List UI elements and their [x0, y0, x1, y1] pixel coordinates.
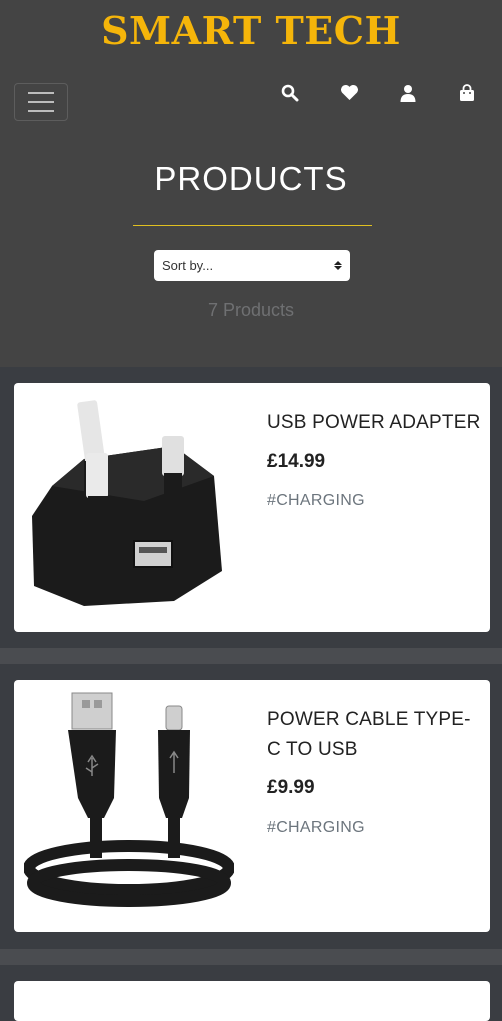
product-price: £14.99	[267, 451, 326, 472]
product-title[interactable]: POWER CABLE TYPE-C TO USB	[267, 705, 482, 765]
product-price: £9.99	[267, 777, 315, 798]
page-title: PRODUCTS	[154, 160, 348, 197]
sort-arrows-icon	[334, 261, 342, 270]
product-category-link[interactable]: #CHARGING	[267, 819, 365, 837]
user-icon[interactable]	[395, 84, 421, 106]
product-category-link[interactable]: #CHARGING	[267, 492, 365, 510]
product-image-usb-adapter[interactable]	[24, 391, 234, 621]
product-title[interactable]: USB POWER ADAPTER	[267, 408, 482, 438]
sort-select[interactable]: Sort by...	[154, 250, 350, 281]
product-count: 7 Products	[207, 300, 295, 320]
heart-icon[interactable]	[336, 84, 362, 106]
site-header: SMART TECH PRODUCTS Sort by... 7 Product…	[0, 0, 502, 367]
title-divider	[133, 225, 372, 226]
menu-toggle-button[interactable]	[14, 83, 68, 121]
sort-select-value: Sort by...	[162, 258, 214, 273]
search-icon[interactable]	[277, 84, 303, 106]
product-card[interactable]	[14, 981, 490, 1021]
brand-logo[interactable]: SMART TECH	[0, 8, 502, 53]
hamburger-icon	[28, 92, 54, 94]
card-separator	[0, 949, 502, 965]
card-separator	[0, 648, 502, 664]
product-image-type-c-cable[interactable]	[23, 688, 235, 908]
product-card[interactable]: USB POWER ADAPTER £14.99 #CHARGING	[14, 383, 490, 632]
product-card[interactable]: POWER CABLE TYPE-C TO USB £9.99 #CHARGIN…	[14, 680, 490, 932]
shopping-bag-icon[interactable]	[454, 84, 480, 106]
